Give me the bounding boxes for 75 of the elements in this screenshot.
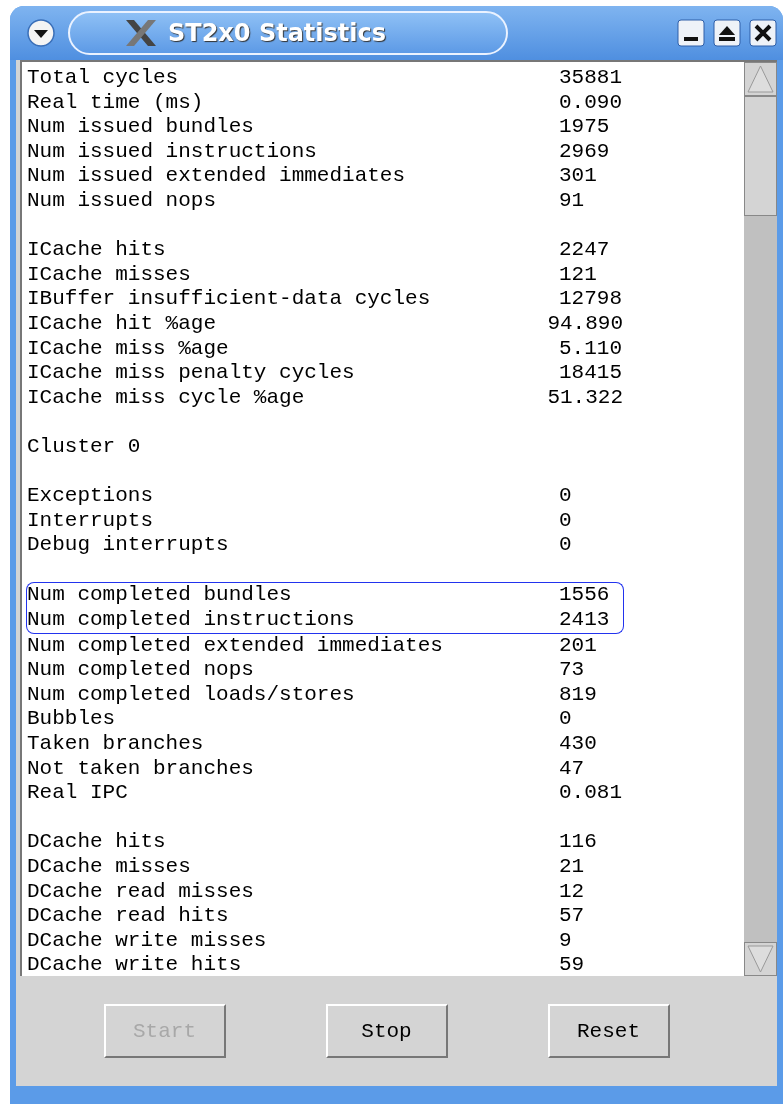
stat-label: Debug interrupts: [27, 533, 230, 558]
stat-label: ICache hits: [27, 238, 167, 263]
stat-value: 430: [559, 732, 597, 757]
action-button[interactable]: Reset: [547, 1004, 670, 1058]
stat-label: Num issued instructions: [27, 139, 318, 165]
stat-value: 18415: [559, 361, 622, 386]
stat-value: 94.890: [547, 311, 623, 337]
stat-label: Num issued nops: [27, 188, 218, 214]
stat-value: 2969: [559, 139, 610, 165]
stat-label: Not taken branches: [27, 756, 255, 782]
scroll-up-icon[interactable]: [744, 62, 777, 96]
window-title: ST2x0 Statistics: [168, 19, 387, 47]
stat-label: Total cycles: [27, 66, 180, 91]
section-heading: Cluster 0: [27, 434, 142, 460]
stat-value: 2247: [559, 238, 610, 263]
stat-label: Num completed bundles: [27, 583, 293, 609]
stat-value: 0: [559, 707, 572, 733]
stat-value: 47: [559, 756, 585, 782]
stat-label: DCache write misses: [27, 928, 268, 954]
stat-label: Real IPC: [27, 781, 129, 806]
stat-value: 57: [559, 904, 585, 929]
stat-value: 9: [559, 928, 572, 954]
stat-value: 1556: [559, 583, 610, 609]
stat-label: Num completed instructions: [27, 608, 356, 633]
action-button[interactable]: Stop: [325, 1004, 448, 1058]
stat-label: Num issued bundles: [27, 115, 255, 140]
stat-value: 819: [559, 682, 597, 708]
stat-value: 301: [559, 164, 597, 189]
stat-value: 21: [559, 855, 585, 880]
stat-value: 0.090: [559, 90, 622, 116]
close-icon[interactable]: [749, 19, 777, 47]
stat-label: Bubbles: [27, 707, 117, 733]
stat-label: ICache misses: [27, 262, 192, 288]
stat-label: Interrupts: [27, 508, 155, 534]
stat-label: Exceptions: [27, 484, 155, 509]
stat-label: DCache read misses: [27, 879, 255, 905]
stat-label: Num issued extended immediates: [27, 164, 407, 189]
stat-label: Taken branches: [27, 732, 205, 757]
stat-label: DCache hits: [27, 830, 167, 855]
stat-value: 73: [559, 658, 585, 683]
stat-value: 35881: [559, 66, 622, 91]
stat-label: Num completed loads/stores: [27, 682, 356, 708]
stat-label: DCache read hits: [27, 904, 230, 929]
x-logo-icon: [124, 18, 158, 48]
scroll-thumb[interactable]: [744, 96, 777, 216]
stat-label: IBuffer insufficient-data cycles: [27, 287, 432, 312]
maximize-icon[interactable]: [713, 19, 741, 47]
stat-label: DCache misses: [27, 855, 192, 880]
stat-value: 5.110: [559, 336, 622, 362]
window-menu-icon[interactable]: [26, 18, 56, 48]
stat-value: 12: [559, 879, 585, 905]
stat-value: 91: [559, 188, 585, 214]
stat-label: Num completed nops: [27, 658, 255, 683]
stat-label: ICache hit %age: [27, 311, 218, 337]
stat-label: ICache miss cycle %age: [27, 385, 306, 411]
stat-value: 121: [559, 262, 597, 288]
stat-label: ICache miss %age: [27, 336, 230, 362]
stat-label: Real time (ms): [27, 90, 205, 116]
scrollbar[interactable]: [744, 62, 777, 976]
minimize-icon[interactable]: [677, 19, 705, 47]
stat-value: 0: [559, 508, 572, 534]
stat-value: 51.322: [547, 385, 623, 411]
stat-label: ICache miss penalty cycles: [27, 361, 356, 386]
stat-value: 0: [559, 533, 572, 558]
scroll-down-icon[interactable]: [744, 942, 777, 976]
stat-value: 12798: [559, 287, 622, 312]
stat-value: 201: [559, 633, 597, 659]
stat-value: 1975: [559, 115, 610, 140]
stat-label: Num completed extended immediates: [27, 633, 444, 659]
stat-label: DCache write hits: [27, 953, 243, 976]
stat-value: 0.081: [559, 781, 622, 806]
stat-value: 116: [559, 830, 597, 855]
stat-value: 2413: [559, 608, 610, 633]
stat-value: 59: [559, 953, 585, 976]
stat-value: 0: [559, 484, 572, 509]
